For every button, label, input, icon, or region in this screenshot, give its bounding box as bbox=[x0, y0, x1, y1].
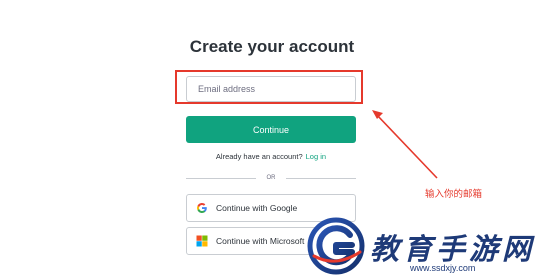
watermark-url: www.ssdxjy.com bbox=[410, 263, 476, 273]
annotation-text: 输入你的邮箱 bbox=[425, 189, 483, 200]
watermark-logo-icon bbox=[307, 217, 365, 275]
watermark-title: 教育手游网 bbox=[370, 232, 536, 266]
